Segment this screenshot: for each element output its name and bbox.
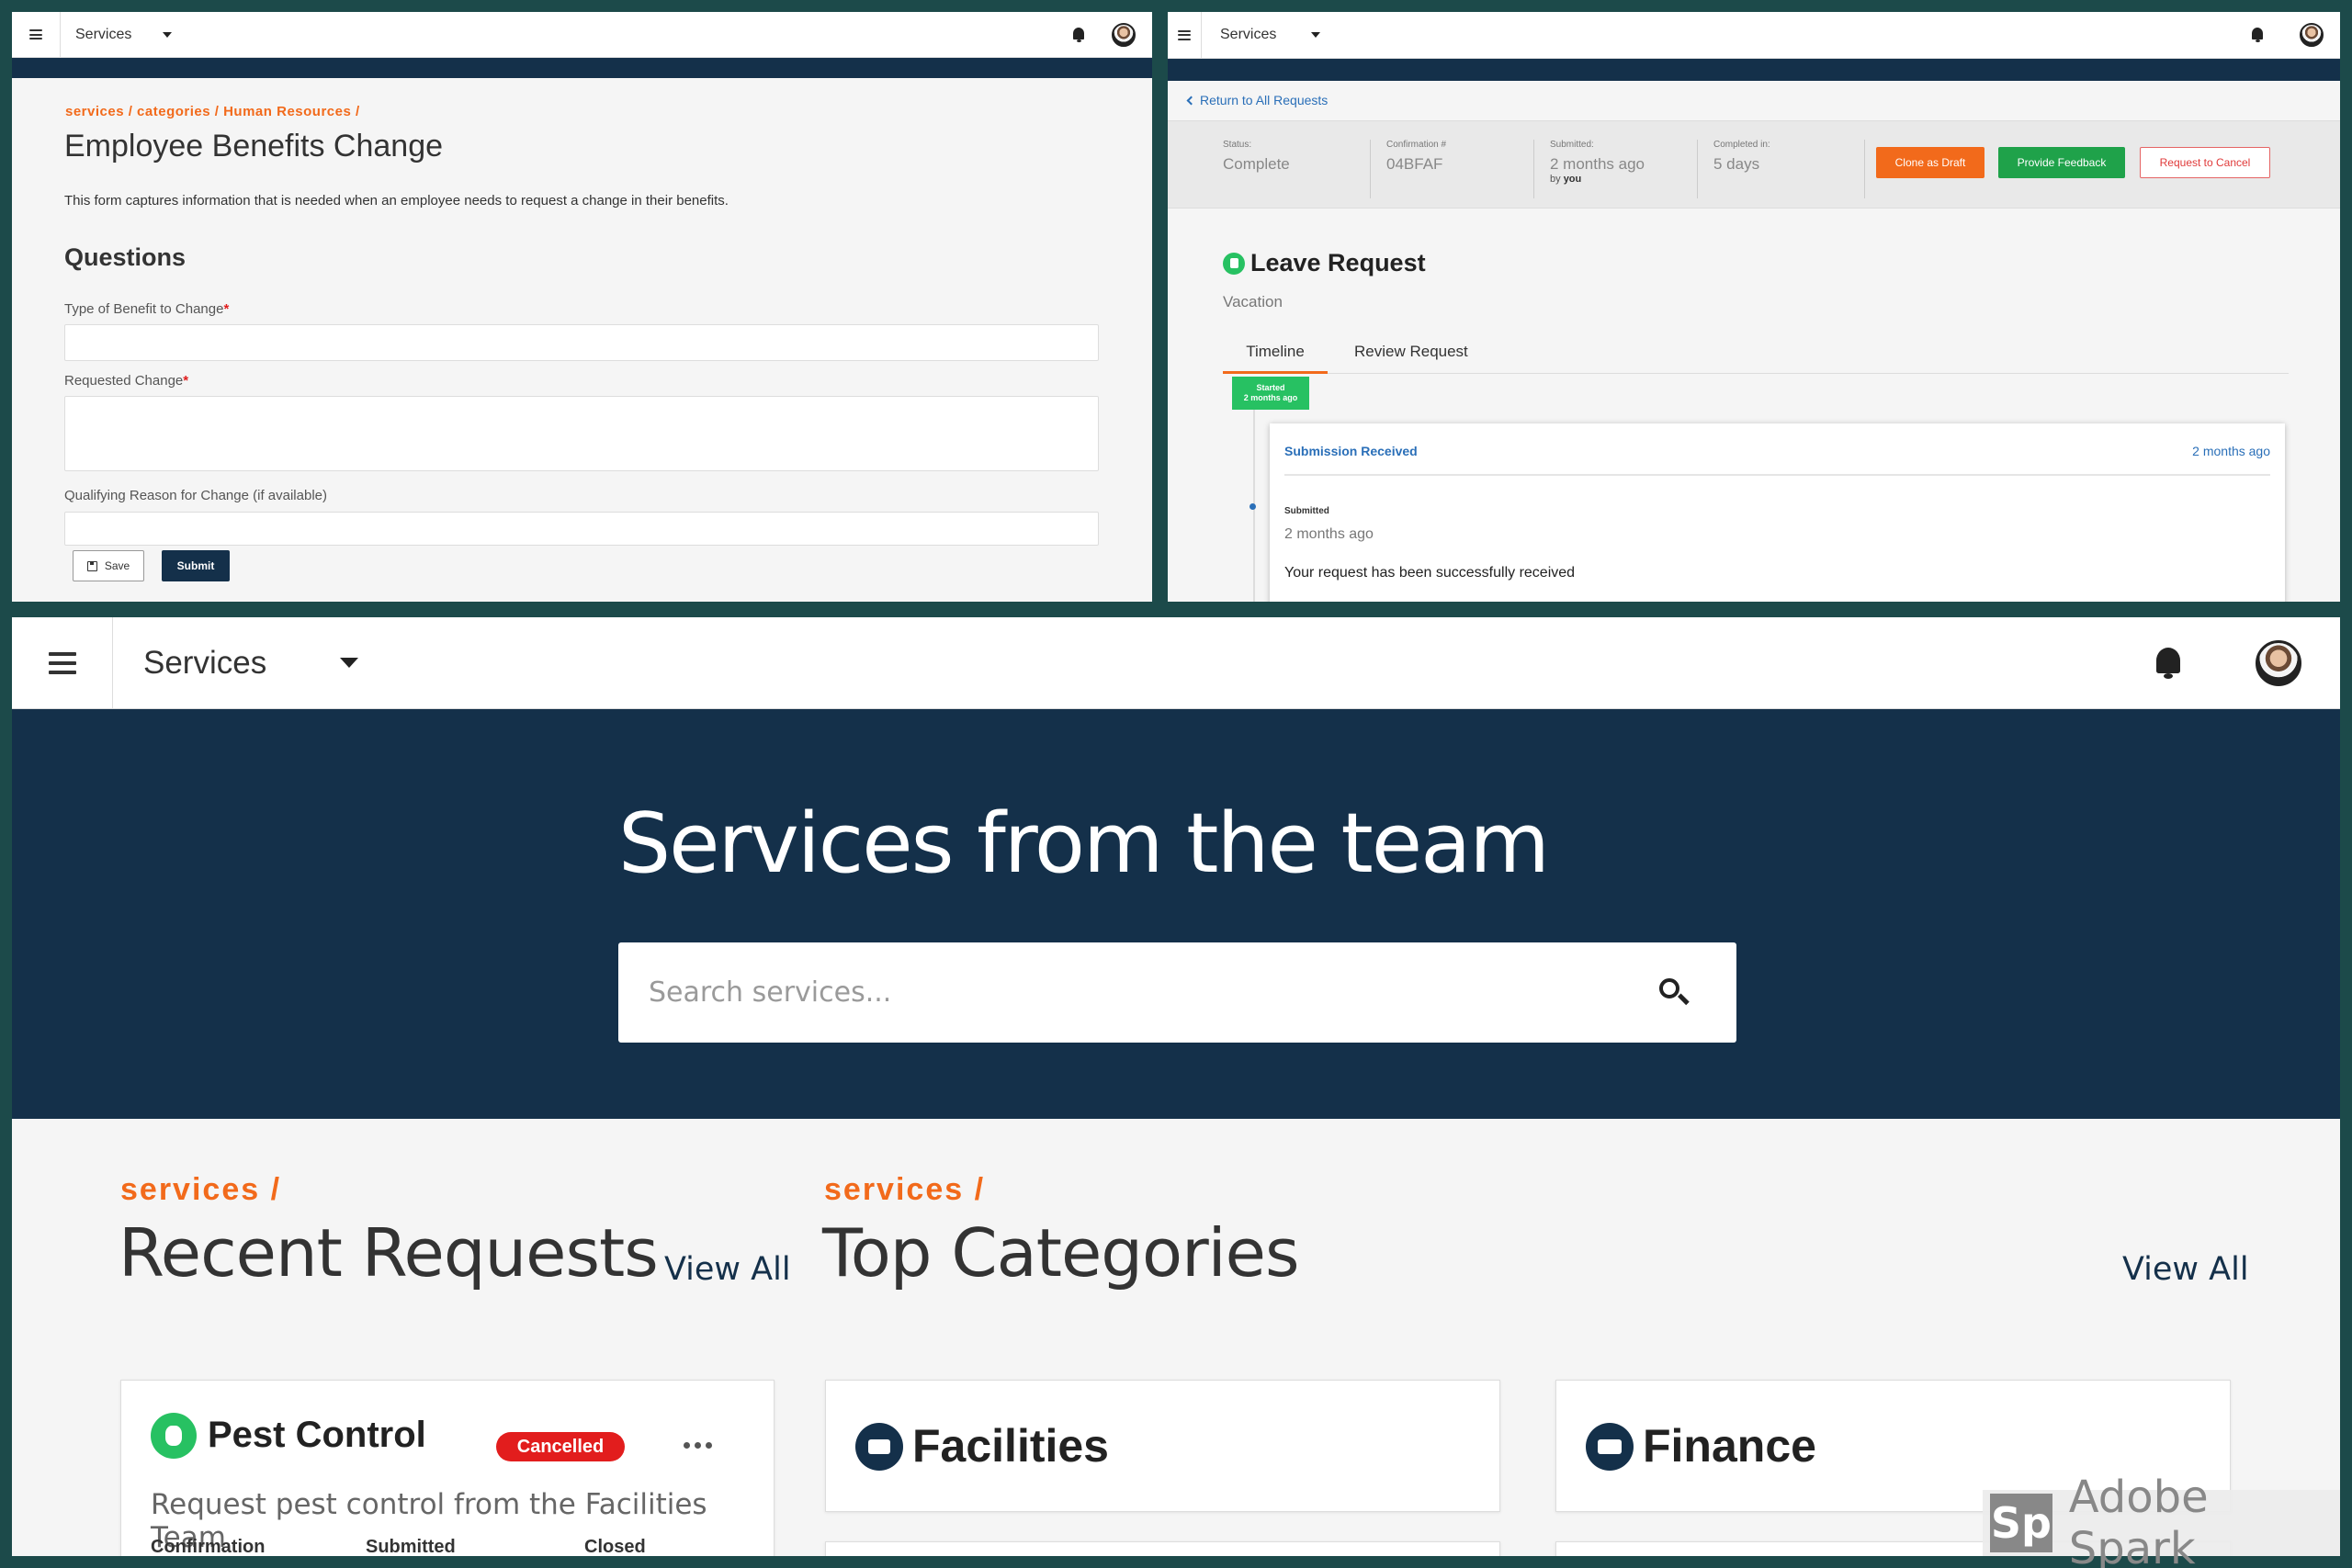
status-badge: Cancelled <box>496 1432 625 1461</box>
hamburger-menu-icon[interactable] <box>1168 12 1202 58</box>
request-title: Leave Request <box>1223 249 1426 277</box>
caret-down-icon <box>163 31 173 38</box>
submitted-field: Submitted: 2 months ago by you <box>1550 140 1645 185</box>
event-field-label: Submitted <box>1284 506 1329 516</box>
top-navbar: Services <box>12 617 2340 709</box>
provide-feedback-button[interactable]: Provide Feedback <box>1998 147 2125 178</box>
categories-breadcrumb[interactable]: services / <box>824 1172 985 1208</box>
caret-down-icon <box>1311 32 1321 38</box>
app-title: Services <box>1220 27 1277 42</box>
save-button[interactable]: Save <box>73 550 144 581</box>
confirmation-field: Confirmation # 04BFAF <box>1386 140 1447 173</box>
bug-icon <box>151 1413 197 1459</box>
avatar[interactable] <box>2256 639 2301 686</box>
started-badge: Started 2 months ago <box>1232 377 1309 410</box>
money-icon <box>1586 1423 1634 1471</box>
services-dropdown[interactable]: Services <box>113 644 359 682</box>
event-heading: Submission Received <box>1284 444 1418 458</box>
category-card[interactable] <box>825 1541 1500 1556</box>
field-label-requested-change: Requested Change* <box>64 373 189 389</box>
category-title: Finance <box>1643 1420 1816 1472</box>
recent-breadcrumb[interactable]: services / <box>120 1172 281 1208</box>
services-dropdown[interactable]: Services <box>1202 27 1321 43</box>
top-categories-title: Top Categories <box>822 1214 1299 1292</box>
avatar[interactable] <box>2300 23 2324 47</box>
column-confirmation: Confirmation <box>151 1537 266 1556</box>
category-title: Facilities <box>912 1420 1109 1472</box>
return-to-requests-link[interactable]: Return to All Requests <box>1186 93 1328 107</box>
completed-field: Completed in: 5 days <box>1713 140 1770 173</box>
services-dropdown[interactable]: Services <box>61 26 173 43</box>
bell-icon[interactable] <box>2156 647 2180 679</box>
search-icon[interactable] <box>1656 975 1692 1011</box>
form-description: This form captures information that is n… <box>64 193 729 209</box>
search-input[interactable] <box>649 976 1656 1009</box>
header-band <box>1168 59 2340 81</box>
hamburger-menu-icon[interactable] <box>12 617 113 708</box>
hero-banner: Services from the team <box>12 709 2340 1119</box>
leave-icon <box>1223 252 1245 275</box>
header-band <box>12 58 1152 78</box>
event-message: Your request has been successfully recei… <box>1284 565 1576 581</box>
event-field-value: 2 months ago <box>1284 526 1374 542</box>
benefit-type-input[interactable] <box>64 324 1099 361</box>
category-card-facilities[interactable]: Facilities <box>825 1380 1500 1512</box>
more-dots-icon[interactable] <box>684 1442 712 1449</box>
section-heading: Questions <box>64 243 187 271</box>
status-field: Status: Complete <box>1223 140 1290 173</box>
adobe-spark-watermark: Sp Adobe Spark <box>1983 1472 2340 1568</box>
column-closed: Closed <box>584 1537 646 1556</box>
page-title: Employee Benefits Change <box>64 129 444 164</box>
avatar[interactable] <box>1112 22 1136 47</box>
timeline-dot <box>1250 503 1256 510</box>
app-title: Services <box>75 26 132 42</box>
request-card-title: Pest Control <box>208 1415 426 1455</box>
caret-down-icon <box>340 658 359 668</box>
truck-icon <box>855 1423 903 1471</box>
hamburger-menu-icon[interactable] <box>12 12 61 57</box>
categories-view-all-link[interactable]: View All <box>2122 1251 2249 1288</box>
breadcrumb[interactable]: services / categories / Human Resources … <box>65 104 360 119</box>
event-time: 2 months ago <box>2192 444 2270 458</box>
bell-icon[interactable] <box>2252 28 2263 42</box>
recent-view-all-link[interactable]: View All <box>664 1251 791 1288</box>
watermark-text: Adobe Spark <box>2068 1472 2209 1568</box>
tab-timeline[interactable]: Timeline <box>1223 343 1328 374</box>
chevron-left-icon <box>1186 96 1196 105</box>
clone-as-draft-button[interactable]: Clone as Draft <box>1876 147 1984 178</box>
services-home-screenshot: Services Services from the team services… <box>12 617 2340 1556</box>
hero-title: Services from the team <box>618 795 1550 892</box>
benefits-form-screenshot: Services services / categories / Human R… <box>12 12 1152 602</box>
request-tabs: Timeline Review Request <box>1223 328 2289 374</box>
field-label-benefit-type: Type of Benefit to Change* <box>64 301 230 317</box>
timeline-event-card: Submission Received 2 months ago Submitt… <box>1270 423 2285 602</box>
requested-change-textarea[interactable] <box>64 396 1099 471</box>
recent-requests-title: Recent Requests <box>119 1214 659 1292</box>
tab-review-request[interactable]: Review Request <box>1354 343 1468 361</box>
field-label-qualifying-reason: Qualifying Reason for Change (if availab… <box>64 488 327 503</box>
leave-request-screenshot: Services Return to All Requests Status: … <box>1168 12 2340 602</box>
app-title: Services <box>143 644 267 681</box>
bell-icon[interactable] <box>1073 27 1084 42</box>
save-icon <box>86 560 97 571</box>
submit-button[interactable]: Submit <box>162 550 230 581</box>
recent-request-card[interactable]: Pest Control Cancelled Request pest cont… <box>120 1380 775 1556</box>
adobe-spark-logo: Sp <box>1990 1494 2052 1552</box>
request-subtitle: Vacation <box>1223 293 1283 310</box>
qualifying-reason-input[interactable] <box>64 512 1099 546</box>
top-navbar: Services <box>12 12 1152 58</box>
top-navbar: Services <box>1168 12 2340 59</box>
request-to-cancel-button[interactable]: Request to Cancel <box>2140 147 2270 178</box>
column-submitted: Submitted <box>366 1537 456 1556</box>
search-box <box>618 942 1736 1043</box>
